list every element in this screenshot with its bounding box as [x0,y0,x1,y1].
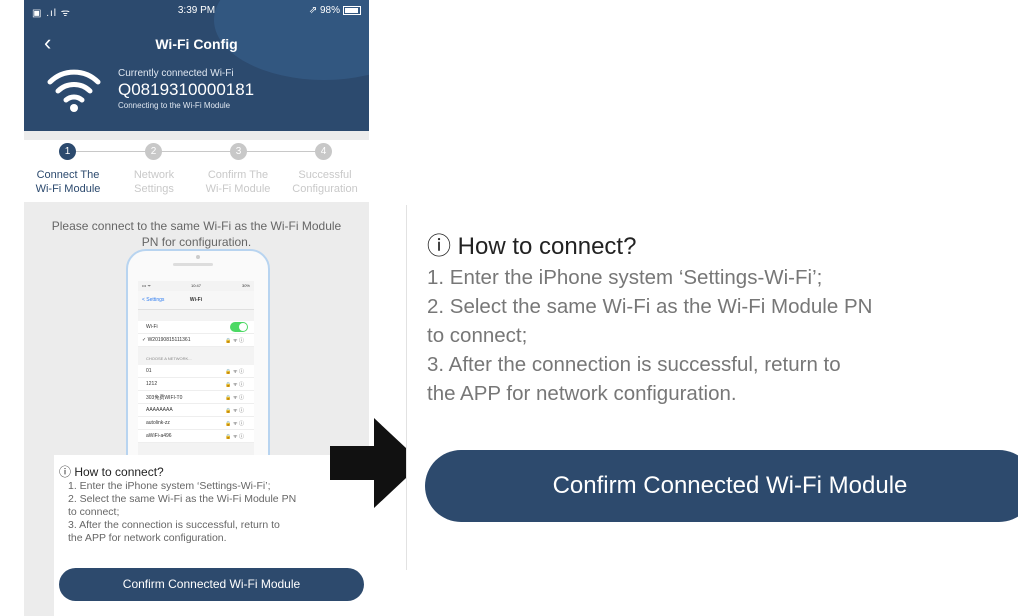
mini-network-name: autolink-zz [146,420,170,426]
step-connector [72,151,320,152]
step-3-label: Confirm The Wi-Fi Module [198,168,278,196]
mini-network-icons: 🔒 ᯤ ⓘ [225,382,244,388]
camera-icon [196,255,200,259]
step-3-dot: 3 [230,143,247,160]
mini-network-name: 01 [146,368,152,374]
confirm-connected-button[interactable]: Confirm Connected Wi-Fi Module [59,568,364,601]
toggle-icon [230,322,248,332]
step-3-line1: Confirm The [207,169,269,181]
step-4-label: Successful Configuration [285,168,365,196]
mini-wifi-label: Wi-Fi [146,324,158,330]
step-2-dot: 2 [145,143,162,160]
step-1-line1: Connect The [36,169,100,181]
popup-line: 3. After the connection is successful, r… [68,519,280,531]
step-2-label: Network Settings [114,168,194,196]
battery-icon [343,5,361,15]
step-4-dot: 4 [315,143,332,160]
speaker-icon [173,263,213,266]
zoom-line: the APP for network configuration. [427,382,737,405]
instruction-text: Please connect to the same Wi-Fi as the … [51,219,342,249]
step-indicator: 1 2 3 4 Connect The Wi-Fi Module Network S… [24,140,369,202]
popup-heading: ⓘ How to connect? [59,465,164,479]
popup-line: to connect; [68,506,120,518]
mini-network-icons: 🔒 ᯤ ⓘ [225,369,244,375]
mini-title: Wi-Fi [189,297,203,303]
step-4-line1: Successful [298,169,352,181]
mini-connected-row: ✓ W20190815111361 🔒 ᯤ ⓘ [138,334,254,347]
mini-network-row: aWiFi-a496 🔒 ᯤ ⓘ [138,430,254,443]
mini-network-name: 1212 [146,381,158,387]
current-wifi-label: Currently connected Wi-Fi [118,68,234,79]
zoom-confirm-connected-button[interactable]: Confirm Connected Wi-Fi Module [425,450,1018,522]
step-2-line1: Network [133,169,175,181]
popup-line: the APP for network configuration. [68,532,227,544]
zoom-instructions: 1. Enter the iPhone system ‘Settings-Wi-… [427,263,1018,408]
mini-network-row: 1212 🔒 ᯤ ⓘ [138,378,254,391]
step-3-line2: Wi-Fi Module [205,183,271,195]
mini-status-bar: ••• ᯤ 10:47 30% [138,281,254,289]
status-battery: ⇗ 98% [309,5,361,16]
mini-network-icons: 🔒 ᯤ ⓘ [225,434,244,440]
mini-choose-network: CHOOSE A NETWORK... [146,356,192,361]
status-bar: ▣ .ıl ᯤ 3:39 PM ⇗ 98% [24,0,369,22]
zoom-line: 1. Enter the iPhone system ‘Settings-Wi-… [427,266,823,289]
mini-network-row: 01 🔒 ᯤ ⓘ [138,365,254,378]
zoom-line: to connect; [427,324,528,347]
mini-network-name: AAAAAAAA [146,407,173,413]
mini-network-row: AAAAAAAA 🔒 ᯤ ⓘ [138,404,254,417]
phone-screenshot: ▣ .ıl ᯤ 3:39 PM ⇗ 98% ‹ Wi-Fi Config Cur… [24,0,369,616]
mini-connected-ssid: ✓ W20190815111361 [142,337,191,343]
step-4-line2: Configuration [292,183,358,195]
mini-network-name: 303免费WIFI-T0 [146,395,183,401]
mini-network-name: aWiFi-a496 [146,433,172,439]
zoom-heading: ⓘ How to connect? [427,233,637,260]
mini-network-icons: 🔒 ᯤ ⓘ [225,421,244,427]
current-wifi-ssid: Q0819310000181 [118,80,255,99]
popup-instructions: 1. Enter the iPhone system ‘Settings-Wi-… [68,480,363,545]
step-1-line2: Wi-Fi Module [35,183,101,195]
connection-status: Connecting to the Wi-Fi Module [118,101,231,110]
how-to-connect-popup: ⓘ How to connect? 1. Enter the iPhone sy… [54,455,369,616]
mini-network-icons: 🔒 ᯤ ⓘ [225,395,244,401]
mini-network-icons: 🔒 ᯤ ⓘ [225,338,244,344]
page-title: Wi-Fi Config [155,36,238,52]
battery-percent: ⇗ 98% [308,5,340,16]
mini-time: 10:47 [190,283,201,288]
step-1-dot: 1 [59,143,76,160]
mini-battery: 30% [241,283,250,288]
wifi-icon [47,69,101,112]
step-1-label: Connect The Wi-Fi Module [28,168,108,196]
zoomed-instructions-panel: ⓘ How to connect? 1. Enter the iPhone sy… [406,205,1018,570]
popup-line: 1. Enter the iPhone system ‘Settings-Wi-… [68,480,271,492]
step-2-line2: Settings [134,183,174,195]
mini-network-icons: 🔒 ᯤ ⓘ [225,408,244,414]
popup-line: 2. Select the same Wi-Fi as the Wi-Fi Mo… [68,493,297,505]
mini-wifi-toggle-row: Wi-Fi [138,321,254,334]
zoom-line: 2. Select the same Wi-Fi as the Wi-Fi Mo… [427,295,873,318]
header: ▣ .ıl ᯤ 3:39 PM ⇗ 98% ‹ Wi-Fi Config Cur… [24,0,369,131]
mini-nav-bar: < Settings Wi-Fi [138,291,254,310]
mini-network-row: autolink-zz 🔒 ᯤ ⓘ [138,417,254,430]
zoom-line: 3. After the connection is successful, r… [427,353,841,376]
mini-network-row: 303免费WIFI-T0 🔒 ᯤ ⓘ [138,391,254,404]
